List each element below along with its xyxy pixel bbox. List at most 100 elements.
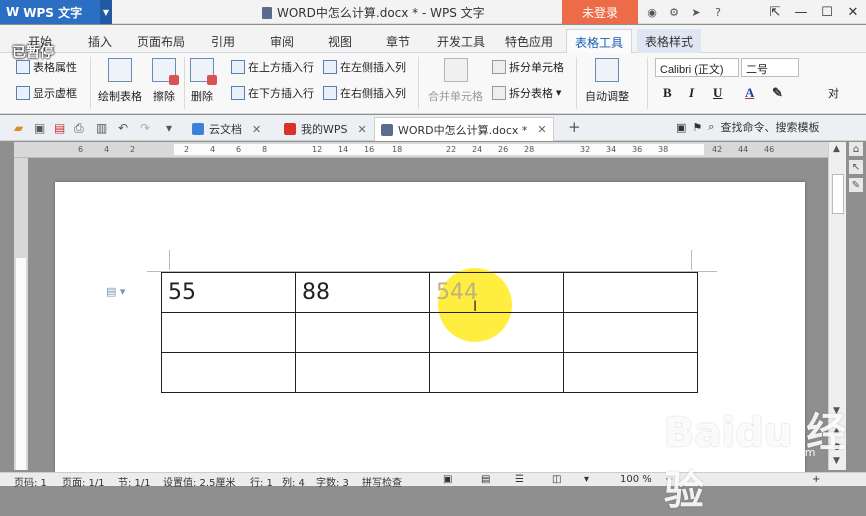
share-icon[interactable]: ➤ xyxy=(686,3,706,21)
close-tab-icon[interactable]: ✕ xyxy=(537,123,546,136)
reading-view-icon[interactable]: ▾ xyxy=(584,474,589,485)
table-cell[interactable] xyxy=(563,312,698,353)
table-cell[interactable] xyxy=(429,352,564,393)
split-table-button[interactable]: 拆分表格 ▼ xyxy=(492,85,561,101)
auto-adjust-button[interactable]: 自动调整 xyxy=(585,58,629,104)
merge-cells-button[interactable]: 合并单元格 xyxy=(428,58,483,104)
insert-row-above-button[interactable]: 在上方插入行 xyxy=(231,59,314,75)
search-command-input[interactable]: 查找命令、搜索模板 xyxy=(720,119,819,135)
table-cell[interactable] xyxy=(161,352,296,393)
pointer-icon[interactable]: ↖ xyxy=(849,160,863,174)
tab-cloud-docs[interactable]: 云文档 ✕ xyxy=(186,117,267,141)
table-row xyxy=(161,312,698,353)
status-setting: 设置值: 2.5厘米 xyxy=(163,478,236,489)
margin-corner-mark xyxy=(169,250,170,270)
undo-icon[interactable]: ↶ xyxy=(118,121,128,135)
table-cell[interactable] xyxy=(295,312,430,353)
status-page[interactable]: 页码: 1 xyxy=(14,474,47,489)
menu-page-layout[interactable]: 页面布局 xyxy=(137,33,185,50)
flag-icon[interactable]: ⚑ xyxy=(692,121,702,134)
table-cell[interactable]: 544 xyxy=(429,272,564,313)
insert-col-right-button[interactable]: 在右侧插入列 xyxy=(323,85,406,101)
insert-row-below-button[interactable]: 在下方插入行 xyxy=(231,85,314,101)
merge-cells-icon xyxy=(443,58,468,82)
status-words[interactable]: 字数: 3 xyxy=(316,474,349,489)
ruler-tick: 44 xyxy=(738,145,749,154)
menu-review[interactable]: 审阅 xyxy=(270,33,294,50)
close-tab-icon[interactable]: ✕ xyxy=(252,123,261,136)
web-view-icon[interactable]: ◫ xyxy=(552,474,561,485)
chevron-down-icon[interactable]: ▾ xyxy=(166,121,172,135)
print-preview-icon[interactable]: ▥ xyxy=(96,121,107,135)
print-icon[interactable]: ⎙ xyxy=(74,121,84,136)
style-icon[interactable]: ✎ xyxy=(849,178,863,192)
login-button[interactable]: 未登录 xyxy=(562,0,638,24)
font-color-button[interactable]: A xyxy=(745,85,754,101)
restore-ribbon-icon[interactable]: ⇱ xyxy=(762,0,788,24)
close-button[interactable]: ✕ xyxy=(840,0,866,24)
data-table[interactable]: 55 88 544 xyxy=(161,272,698,393)
bookmark-icon[interactable]: ⌂ xyxy=(849,142,863,156)
show-grid-button[interactable]: 显示虚框 xyxy=(16,85,77,101)
outline-view-icon[interactable]: ☰ xyxy=(515,474,524,485)
search-icon[interactable]: ⌕ xyxy=(708,120,714,134)
chevron-down-icon[interactable]: ▼ xyxy=(100,0,112,24)
redo-icon[interactable]: ↷ xyxy=(140,121,150,135)
erase-button[interactable]: 擦除 xyxy=(152,58,179,104)
table-cell[interactable] xyxy=(563,352,698,393)
font-size-select[interactable]: 二号 xyxy=(741,58,799,77)
full-screen-icon[interactable]: ▣ xyxy=(443,474,452,485)
menu-view[interactable]: 视图 xyxy=(328,33,352,50)
new-tab-icon[interactable]: + xyxy=(568,118,581,136)
menu-references[interactable]: 引用 xyxy=(211,33,235,50)
tab-my-wps[interactable]: 我的WPS ✕ xyxy=(278,117,373,141)
close-tab-icon[interactable]: ✕ xyxy=(358,123,367,136)
collapse-icon[interactable]: ▣ xyxy=(676,121,686,134)
table-cell[interactable]: 88 xyxy=(295,272,430,313)
horizontal-ruler[interactable]: 6 4 2 2 4 6 8 12 14 16 18 22 24 26 28 32… xyxy=(14,142,828,158)
underline-button[interactable]: U xyxy=(713,85,722,101)
table-cell[interactable] xyxy=(295,352,430,393)
menu-table-style[interactable]: 表格样式 xyxy=(637,29,702,53)
menu-special[interactable]: 特色应用 xyxy=(505,33,553,50)
menu-chapter[interactable]: 章节 xyxy=(386,33,410,50)
app-menu-button[interactable]: W WPS 文字 ▼ xyxy=(0,0,112,24)
divider xyxy=(184,57,185,109)
settings-icon[interactable]: ⚙ xyxy=(664,3,684,21)
page-view-icon[interactable]: ▤ xyxy=(481,474,490,485)
table-cell[interactable] xyxy=(161,312,296,353)
font-name-select[interactable]: Calibri (正文) xyxy=(655,58,739,77)
bold-button[interactable]: B xyxy=(663,85,672,101)
open-folder-icon[interactable]: ▰ xyxy=(14,121,23,135)
italic-button[interactable]: I xyxy=(689,85,694,101)
menu-insert[interactable]: 插入 xyxy=(88,33,112,50)
delete-button[interactable]: 删除 xyxy=(190,58,217,104)
ruler-tick: 4 xyxy=(104,145,110,154)
menu-developer[interactable]: 开发工具 xyxy=(437,33,485,50)
draw-table-button[interactable]: 绘制表格 xyxy=(98,58,142,104)
zoom-level[interactable]: 100 % xyxy=(620,474,652,485)
split-table-icon xyxy=(492,86,506,100)
export-pdf-icon[interactable]: ▤ xyxy=(54,121,65,135)
highlight-color-icon[interactable]: ✎ xyxy=(772,85,783,101)
ruler-tick: 42 xyxy=(712,145,723,154)
table-cell[interactable]: 55 xyxy=(161,272,296,313)
align-button[interactable]: 对 xyxy=(828,85,839,101)
save-icon[interactable]: ▣ xyxy=(34,121,45,135)
insert-col-left-button[interactable]: 在左侧插入列 xyxy=(323,59,406,75)
help-icon[interactable]: ? xyxy=(708,3,728,21)
scroll-thumb[interactable] xyxy=(832,174,844,214)
tab-document[interactable]: WORD中怎么计算.docx * ✕ xyxy=(374,117,554,141)
table-cell[interactable] xyxy=(429,312,564,353)
status-spellcheck[interactable]: 拼写检查 xyxy=(362,474,402,489)
split-cells-button[interactable]: 拆分单元格 xyxy=(492,59,564,75)
menu-table-tools[interactable]: 表格工具 xyxy=(566,29,633,53)
table-handle-icon[interactable]: ▤ ▾ xyxy=(106,285,125,298)
maximize-button[interactable]: ☐ xyxy=(814,0,840,24)
skin-icon[interactable]: ◉ xyxy=(642,3,662,21)
minimize-button[interactable]: — xyxy=(788,0,814,24)
menu-bar: 开始 插入 页面布局 引用 审阅 视图 章节 开发工具 特色应用 表格工具 表格… xyxy=(0,25,866,53)
scroll-up-icon[interactable]: ▲ xyxy=(833,144,840,154)
vertical-ruler[interactable] xyxy=(14,158,28,470)
table-cell[interactable] xyxy=(563,272,698,313)
